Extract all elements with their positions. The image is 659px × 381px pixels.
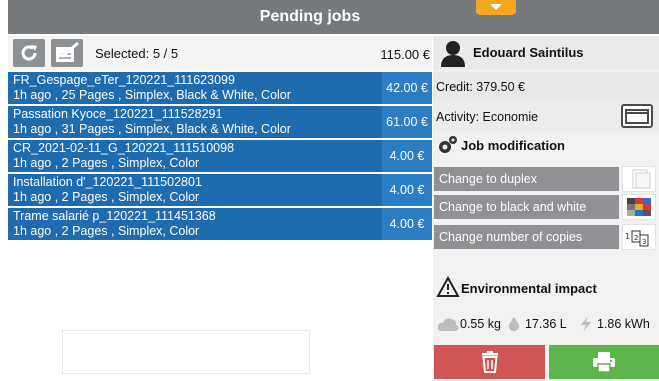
activity-value: Activity: Economie [436, 110, 539, 124]
job-price: 61.00 € [382, 106, 432, 138]
user-icon [441, 41, 465, 67]
selected-count: Selected: 5 / 5 [95, 46, 179, 61]
change-to-duplex-button[interactable]: Change to duplex [434, 167, 619, 191]
gears-icon [439, 136, 457, 153]
warning-icon [436, 276, 460, 297]
page-title: Pending jobs [259, 8, 361, 25]
job-name: Installation d'_120221_111502801 [13, 175, 202, 189]
total-amount: 115.00 € [380, 47, 430, 62]
activity-row: Activity: Economie [433, 100, 659, 132]
user-header: Edouard Saintilus [433, 36, 659, 70]
environment-stats: 0.55 kg 17.36 L 1.86 kWh [433, 312, 659, 338]
co2-value: 0.55 kg [460, 317, 502, 331]
job-details: 1h ago , 2 Pages , Simplex, Color [13, 156, 200, 170]
job-list: FR_Gespage_eTer_120221_111623099 1h ago … [8, 72, 432, 242]
svg-text:1: 1 [625, 232, 630, 241]
folder-icon [625, 109, 649, 124]
duplex-icon [622, 166, 656, 192]
job-details: 1h ago , 2 Pages , Simplex, Color [13, 190, 200, 204]
user-name: Edouard Saintilus [473, 45, 584, 60]
refresh-icon [21, 45, 37, 61]
job-details: 1h ago , 31 Pages , Simplex, Black & Whi… [13, 122, 291, 136]
delete-button[interactable] [434, 345, 545, 379]
change-copies-button[interactable]: Change number of copies [434, 225, 619, 249]
color-palette-icon [622, 194, 656, 220]
panel-toggle-tab[interactable] [476, 0, 516, 15]
job-price: 4.00 € [382, 140, 432, 172]
svg-text:3: 3 [642, 238, 646, 246]
job-row[interactable]: Installation d'_120221_111502801 1h ago … [8, 174, 432, 206]
water-drop-icon [508, 317, 520, 331]
change-to-bw-button[interactable]: Change to black and white [434, 195, 619, 219]
job-row[interactable]: CR_2021-02-11_G_120221_111510098 1h ago … [8, 140, 432, 172]
job-row[interactable]: FR_Gespage_eTer_120221_111623099 1h ago … [8, 72, 432, 104]
lightning-icon [581, 316, 591, 332]
job-name: FR_Gespage_eTer_120221_111623099 [13, 73, 235, 87]
water-value: 17.36 L [525, 317, 567, 331]
print-button[interactable] [549, 345, 659, 379]
job-toolbar: Selected: 5 / 5 115.00 € [8, 36, 432, 70]
side-panel: Edouard Saintilus Credit: 379.50 € Activ… [433, 36, 659, 381]
header-bar: Pending jobs [8, 0, 659, 34]
refresh-button[interactable] [13, 39, 45, 67]
job-price: 42.00 € [382, 72, 432, 104]
job-details: 1h ago , 25 Pages , Simplex, Black & Whi… [13, 88, 291, 102]
job-name: Passation Kyoce_120221_111528291 [13, 107, 223, 121]
job-price: 4.00 € [382, 174, 432, 206]
empty-panel [62, 330, 310, 374]
printer-icon [593, 352, 615, 373]
environmental-impact-title: Environmental impact [461, 281, 597, 296]
folder-button[interactable] [621, 104, 653, 128]
cloud-icon [437, 318, 459, 331]
job-name: CR_2021-02-11_G_120221_111510098 [13, 141, 235, 155]
svg-text:2: 2 [634, 234, 638, 242]
job-price: 4.00 € [382, 208, 432, 240]
credit-row: Credit: 379.50 € [433, 72, 659, 102]
energy-value: 1.86 kWh [597, 317, 650, 331]
chevron-down-icon [490, 4, 502, 10]
copies-icon: 1 2 3 [622, 224, 656, 250]
checklist-icon [56, 42, 79, 62]
job-details: 1h ago , 2 Pages , Simplex, Color [13, 224, 200, 238]
credit-value: Credit: 379.50 € [436, 80, 525, 94]
job-modification-title: Job modification [461, 138, 565, 153]
trash-icon [481, 351, 498, 373]
select-all-button[interactable] [51, 39, 83, 67]
job-name: Trame salarié p_120221_111451368 [13, 209, 216, 223]
job-row[interactable]: Passation Kyoce_120221_111528291 1h ago … [8, 106, 432, 138]
job-row[interactable]: Trame salarié p_120221_111451368 1h ago … [8, 208, 432, 240]
